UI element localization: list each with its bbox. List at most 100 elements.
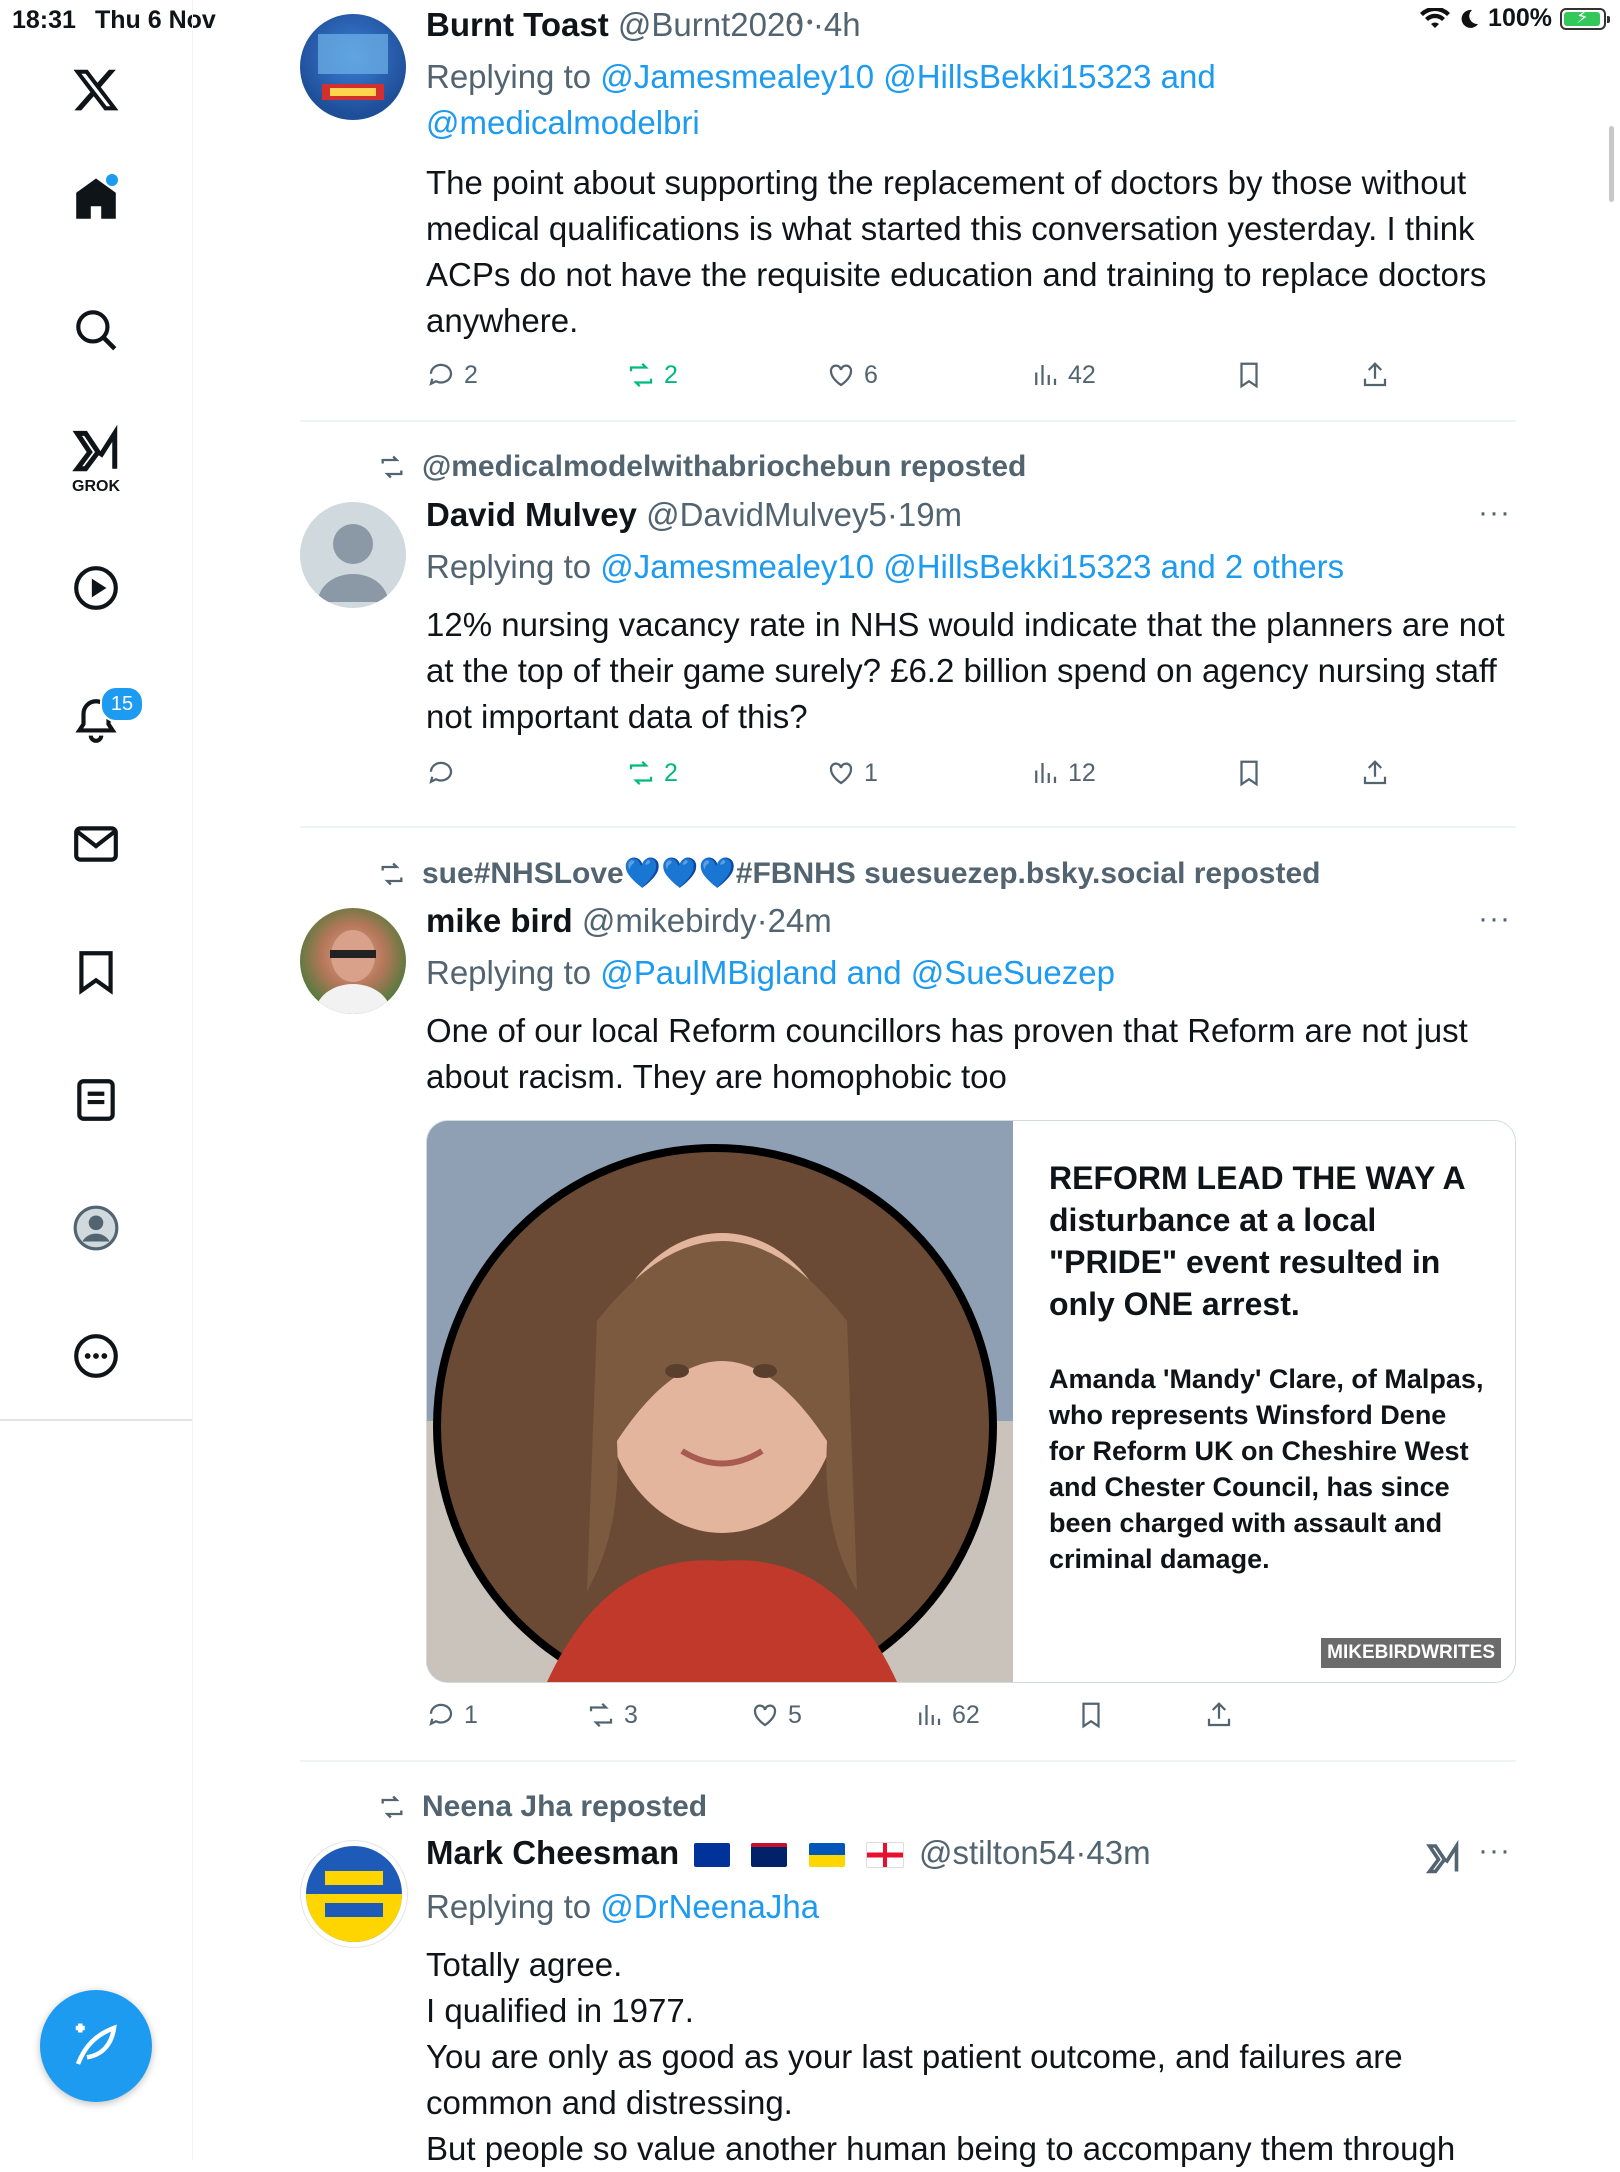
avatar-photo-icon bbox=[315, 930, 391, 1014]
ukraine-flag-icon bbox=[808, 1843, 845, 1868]
tweet-divider bbox=[300, 1760, 1516, 1762]
share-icon bbox=[1363, 362, 1387, 387]
tweet-divider bbox=[300, 826, 1516, 828]
more-options-button[interactable]: ··· bbox=[1478, 902, 1511, 936]
compose-post-button[interactable] bbox=[40, 1990, 152, 2102]
share-icon bbox=[1207, 1702, 1231, 1727]
replying-to-link[interactable]: @medicalmodelbri bbox=[426, 104, 700, 141]
views-button[interactable]: 62 bbox=[914, 1700, 980, 1730]
avatar[interactable] bbox=[300, 14, 406, 120]
reply-button[interactable]: 1 bbox=[426, 1700, 478, 1730]
sidebar-nav: GROK 15 bbox=[0, 0, 193, 2160]
reposted-by[interactable]: sue#NHSLove💙💙💙#FBNHS suesuezep.bsky.soci… bbox=[422, 856, 1320, 891]
messages-mail-icon[interactable] bbox=[48, 804, 144, 884]
share-button[interactable] bbox=[1360, 360, 1390, 390]
share-button[interactable] bbox=[1204, 1700, 1234, 1730]
tweet-time[interactable]: 43m bbox=[1086, 1834, 1150, 1871]
sidebar-separator bbox=[0, 1419, 192, 1421]
like-button[interactable]: 5 bbox=[750, 1700, 802, 1730]
author-handle[interactable]: @stilton54 bbox=[919, 1834, 1075, 1871]
repost-button[interactable]: 2 bbox=[626, 758, 678, 788]
more-options-icon[interactable] bbox=[48, 1316, 144, 1396]
replying-to-link[interactable]: @PaulMBigland and @SueSuezep bbox=[600, 954, 1115, 991]
tweet-divider bbox=[300, 420, 1516, 422]
view-count: 42 bbox=[1068, 360, 1096, 389]
author-name[interactable]: Burnt Toast bbox=[426, 6, 609, 43]
card-text-panel: REFORM LEAD THE WAY A disturbance at a l… bbox=[1013, 1121, 1515, 1682]
author-handle[interactable]: @DavidMulvey5 bbox=[646, 496, 887, 533]
like-button[interactable]: 6 bbox=[826, 360, 878, 390]
tweet-time[interactable]: 4h bbox=[824, 6, 861, 43]
avatar[interactable] bbox=[300, 1840, 408, 1948]
tweet-text: One of our local Reform councillors has … bbox=[426, 1012, 1468, 1095]
reply-count: 2 bbox=[464, 360, 478, 389]
portrait-photo-icon bbox=[427, 1121, 1013, 1682]
bookmarks-icon[interactable] bbox=[48, 932, 144, 1012]
bookmark-button[interactable] bbox=[1234, 758, 1264, 788]
author-handle[interactable]: @Burnt2020 bbox=[618, 6, 804, 43]
replying-to: Replying to @PaulMBigland and @SueSuezep bbox=[426, 950, 1115, 996]
tweet-header: mike bird @mikebirdy·24m bbox=[426, 902, 832, 940]
georgia-flag-icon bbox=[865, 1842, 904, 1869]
replying-to: Replying to @Jamesmealey10 @HillsBekki15… bbox=[426, 54, 1216, 146]
home-icon[interactable] bbox=[48, 160, 144, 240]
scrollbar[interactable] bbox=[1609, 126, 1614, 202]
bookmark-icon bbox=[1082, 1702, 1100, 1729]
repost-attribution: sue#NHSLove💙💙💙#FBNHS suesuezep.bsky.soci… bbox=[376, 856, 1320, 891]
like-count: 6 bbox=[864, 360, 878, 389]
lists-icon[interactable] bbox=[48, 1060, 144, 1140]
repost-button[interactable]: 2 bbox=[626, 360, 678, 390]
views-chart-icon bbox=[1035, 365, 1057, 385]
reply-count: 1 bbox=[464, 1700, 478, 1729]
reply-button[interactable]: 2 bbox=[426, 360, 478, 390]
repost-count: 2 bbox=[664, 360, 678, 389]
tweet-time[interactable]: 24m bbox=[768, 902, 832, 939]
tweet-time[interactable]: 19m bbox=[898, 496, 962, 533]
bookmark-button[interactable] bbox=[1234, 360, 1264, 390]
author-handle[interactable]: @mikebirdy bbox=[582, 902, 757, 939]
tweet-image-card[interactable]: REFORM LEAD THE WAY A disturbance at a l… bbox=[426, 1120, 1516, 1683]
author-name[interactable]: David Mulvey bbox=[426, 496, 637, 533]
reposted-by[interactable]: Neena Jha reposted bbox=[422, 1790, 707, 1824]
replying-to-link[interactable]: @Jamesmealey10 @HillsBekki15323 and 2 ot… bbox=[600, 548, 1344, 585]
like-count: 1 bbox=[864, 758, 878, 787]
heart-icon bbox=[829, 364, 853, 387]
replying-prefix: Replying to bbox=[426, 58, 592, 95]
search-icon[interactable] bbox=[48, 290, 144, 370]
views-button[interactable]: 12 bbox=[1030, 758, 1096, 788]
x-logo-icon[interactable] bbox=[48, 50, 144, 130]
view-count: 12 bbox=[1068, 758, 1096, 787]
separator-dot: · bbox=[812, 6, 824, 43]
home-unread-dot bbox=[106, 174, 118, 186]
video-play-icon[interactable] bbox=[48, 548, 144, 628]
like-count: 5 bbox=[788, 1700, 802, 1729]
stand-with-ukraine-avatar-icon bbox=[306, 1846, 402, 1942]
author-name[interactable]: Mark Cheesman bbox=[426, 1834, 679, 1871]
battery-icon: ⚡ bbox=[1560, 7, 1610, 30]
repost-button[interactable]: 3 bbox=[586, 1700, 638, 1730]
views-button[interactable]: 42 bbox=[1030, 360, 1096, 390]
bookmark-icon bbox=[1240, 760, 1258, 787]
profile-avatar-icon[interactable] bbox=[48, 1188, 144, 1268]
replying-to-link[interactable]: @DrNeenaJha bbox=[600, 1888, 819, 1925]
bookmark-button[interactable] bbox=[1076, 1700, 1106, 1730]
share-button[interactable] bbox=[1360, 758, 1390, 788]
repost-icon bbox=[381, 862, 403, 885]
more-options-button[interactable]: ··· bbox=[1478, 496, 1511, 530]
reply-button[interactable] bbox=[426, 758, 464, 788]
repost-attribution: @medicalmodelwithabriochebun reposted bbox=[376, 450, 1026, 484]
uk-flag-icon bbox=[751, 1843, 788, 1868]
reposted-by[interactable]: @medicalmodelwithabriochebun reposted bbox=[422, 450, 1026, 484]
replying-to-link[interactable]: @Jamesmealey10 @HillsBekki15323 and bbox=[600, 58, 1215, 95]
like-button[interactable]: 1 bbox=[826, 758, 878, 788]
replying-to: Replying to @Jamesmealey10 @HillsBekki15… bbox=[426, 544, 1344, 590]
author-name[interactable]: mike bird bbox=[426, 902, 573, 939]
avatar[interactable] bbox=[300, 908, 406, 1014]
reply-icon bbox=[429, 363, 453, 386]
more-options-button[interactable]: ··· bbox=[1478, 1834, 1511, 1868]
grok-icon[interactable] bbox=[1424, 1840, 1462, 1876]
avatar[interactable] bbox=[300, 502, 406, 608]
card-body: Amanda 'Mandy' Clare, of Malpas, who rep… bbox=[1049, 1364, 1484, 1574]
view-count: 62 bbox=[952, 1700, 980, 1729]
replying-to: Replying to @DrNeenaJha bbox=[426, 1884, 819, 1930]
